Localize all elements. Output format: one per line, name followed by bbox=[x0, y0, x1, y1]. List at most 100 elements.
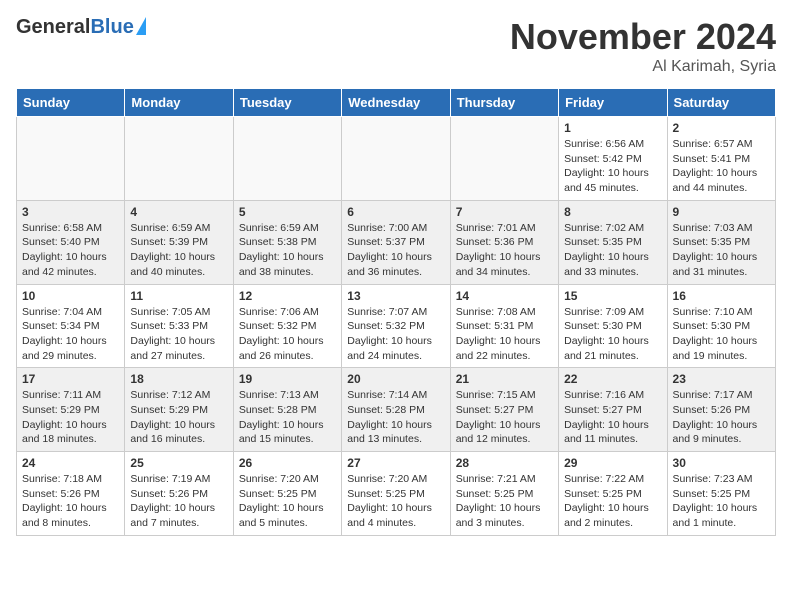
day-info: Sunrise: 7:02 AM Sunset: 5:35 PM Dayligh… bbox=[564, 221, 661, 280]
day-number: 19 bbox=[239, 372, 336, 386]
month-title: November 2024 bbox=[510, 16, 776, 58]
calendar-day-cell: 13Sunrise: 7:07 AM Sunset: 5:32 PM Dayli… bbox=[342, 284, 450, 368]
day-info: Sunrise: 7:16 AM Sunset: 5:27 PM Dayligh… bbox=[564, 388, 661, 447]
calendar-day-cell bbox=[342, 117, 450, 201]
day-number: 5 bbox=[239, 205, 336, 219]
weekday-header-tuesday: Tuesday bbox=[233, 89, 341, 117]
calendar-day-cell: 6 Sunrise: 7:00 AM Sunset: 5:37 PM Daylig… bbox=[342, 200, 450, 284]
calendar-day-cell: 28 Sunrise: 7:21 AM Sunset: 5:25 PM Dayli… bbox=[450, 452, 558, 536]
day-info: Sunrise: 7:20 AM Sunset: 5:25 PM Dayligh… bbox=[239, 472, 336, 531]
day-info: Sunrise: 7:14 AM Sunset: 5:28 PM Dayligh… bbox=[347, 388, 444, 447]
calendar-day-cell: 8 Sunrise: 7:02 AM Sunset: 5:35 PM Daylig… bbox=[559, 200, 667, 284]
day-info: Sunrise: 7:20 AM Sunset: 5:25 PM Dayligh… bbox=[347, 472, 444, 531]
day-number: 9 bbox=[673, 205, 770, 219]
calendar-day-cell: 25Sunrise: 7:19 AM Sunset: 5:26 PM Dayli… bbox=[125, 452, 233, 536]
day-number: 16 bbox=[673, 289, 770, 303]
calendar-day-cell: 9 Sunrise: 7:03 AM Sunset: 5:35 PM Daylig… bbox=[667, 200, 775, 284]
calendar-day-cell: 16 Sunrise: 7:10 AM Sunset: 5:30 PM Dayli… bbox=[667, 284, 775, 368]
calendar-day-cell: 12Sunrise: 7:06 AM Sunset: 5:32 PM Dayli… bbox=[233, 284, 341, 368]
day-info: Sunrise: 7:21 AM Sunset: 5:25 PM Dayligh… bbox=[456, 472, 553, 531]
day-number: 2 bbox=[673, 121, 770, 135]
calendar-day-cell: 26 Sunrise: 7:20 AM Sunset: 5:25 PM Dayli… bbox=[233, 452, 341, 536]
calendar-day-cell bbox=[17, 117, 125, 201]
day-number: 27 bbox=[347, 456, 444, 470]
day-number: 26 bbox=[239, 456, 336, 470]
day-number: 14 bbox=[456, 289, 553, 303]
calendar-day-cell bbox=[450, 117, 558, 201]
calendar-day-cell: 17 Sunrise: 7:11 AM Sunset: 5:29 PM Dayli… bbox=[17, 368, 125, 452]
calendar-week-row: 10Sunrise: 7:04 AM Sunset: 5:34 PM Dayli… bbox=[17, 284, 776, 368]
calendar-day-cell: 10Sunrise: 7:04 AM Sunset: 5:34 PM Dayli… bbox=[17, 284, 125, 368]
day-number: 29 bbox=[564, 456, 661, 470]
weekday-header-friday: Friday bbox=[559, 89, 667, 117]
logo-blue-text: Blue bbox=[90, 16, 133, 39]
day-number: 17 bbox=[22, 372, 119, 386]
day-info: Sunrise: 6:59 AM Sunset: 5:39 PM Dayligh… bbox=[130, 221, 227, 280]
day-info: Sunrise: 6:57 AM Sunset: 5:41 PM Dayligh… bbox=[673, 137, 770, 196]
calendar-day-cell: 1 Sunrise: 6:56 AM Sunset: 5:42 PM Daylig… bbox=[559, 117, 667, 201]
calendar-day-cell: 5 Sunrise: 6:59 AM Sunset: 5:38 PM Daylig… bbox=[233, 200, 341, 284]
day-number: 20 bbox=[347, 372, 444, 386]
weekday-header-wednesday: Wednesday bbox=[342, 89, 450, 117]
calendar-day-cell: 22 Sunrise: 7:16 AM Sunset: 5:27 PM Dayli… bbox=[559, 368, 667, 452]
calendar-day-cell: 30 Sunrise: 7:23 AM Sunset: 5:25 PM Dayli… bbox=[667, 452, 775, 536]
day-info: Sunrise: 6:56 AM Sunset: 5:42 PM Dayligh… bbox=[564, 137, 661, 196]
calendar-day-cell: 20 Sunrise: 7:14 AM Sunset: 5:28 PM Dayli… bbox=[342, 368, 450, 452]
day-number: 23 bbox=[673, 372, 770, 386]
calendar-day-cell: 23 Sunrise: 7:17 AM Sunset: 5:26 PM Dayli… bbox=[667, 368, 775, 452]
logo-icon bbox=[136, 17, 146, 35]
calendar-day-cell bbox=[125, 117, 233, 201]
calendar-day-cell: 14 Sunrise: 7:08 AM Sunset: 5:31 PM Dayli… bbox=[450, 284, 558, 368]
title-block: November 2024 Al Karimah, Syria bbox=[510, 16, 776, 76]
day-info: Sunrise: 7:15 AM Sunset: 5:27 PM Dayligh… bbox=[456, 388, 553, 447]
calendar-day-cell: 24 Sunrise: 7:18 AM Sunset: 5:26 PM Dayli… bbox=[17, 452, 125, 536]
day-info: Sunrise: 6:59 AM Sunset: 5:38 PM Dayligh… bbox=[239, 221, 336, 280]
calendar-day-cell: 7 Sunrise: 7:01 AM Sunset: 5:36 PM Daylig… bbox=[450, 200, 558, 284]
calendar-day-cell: 29 Sunrise: 7:22 AM Sunset: 5:25 PM Dayli… bbox=[559, 452, 667, 536]
day-number: 4 bbox=[130, 205, 227, 219]
day-number: 8 bbox=[564, 205, 661, 219]
day-number: 6 bbox=[347, 205, 444, 219]
calendar-day-cell: 2 Sunrise: 6:57 AM Sunset: 5:41 PM Daylig… bbox=[667, 117, 775, 201]
calendar-day-cell: 27 Sunrise: 7:20 AM Sunset: 5:25 PM Dayli… bbox=[342, 452, 450, 536]
calendar-week-row: 17 Sunrise: 7:11 AM Sunset: 5:29 PM Dayli… bbox=[17, 368, 776, 452]
day-number: 12 bbox=[239, 289, 336, 303]
day-info: Sunrise: 7:13 AM Sunset: 5:28 PM Dayligh… bbox=[239, 388, 336, 447]
calendar-day-cell bbox=[233, 117, 341, 201]
calendar-week-row: 3Sunrise: 6:58 AM Sunset: 5:40 PM Daylig… bbox=[17, 200, 776, 284]
day-number: 25 bbox=[130, 456, 227, 470]
calendar-day-cell: 19 Sunrise: 7:13 AM Sunset: 5:28 PM Dayli… bbox=[233, 368, 341, 452]
day-info: Sunrise: 7:22 AM Sunset: 5:25 PM Dayligh… bbox=[564, 472, 661, 531]
calendar-table: SundayMondayTuesdayWednesdayThursdayFrid… bbox=[16, 88, 776, 536]
calendar-day-cell: 3Sunrise: 6:58 AM Sunset: 5:40 PM Daylig… bbox=[17, 200, 125, 284]
day-info: Sunrise: 7:00 AM Sunset: 5:37 PM Dayligh… bbox=[347, 221, 444, 280]
day-info: Sunrise: 7:18 AM Sunset: 5:26 PM Dayligh… bbox=[22, 472, 119, 531]
day-number: 24 bbox=[22, 456, 119, 470]
weekday-header-row: SundayMondayTuesdayWednesdayThursdayFrid… bbox=[17, 89, 776, 117]
calendar-day-cell: 4 Sunrise: 6:59 AM Sunset: 5:39 PM Daylig… bbox=[125, 200, 233, 284]
weekday-header-saturday: Saturday bbox=[667, 89, 775, 117]
day-info: Sunrise: 6:58 AM Sunset: 5:40 PM Dayligh… bbox=[22, 221, 119, 280]
calendar-day-cell: 21Sunrise: 7:15 AM Sunset: 5:27 PM Dayli… bbox=[450, 368, 558, 452]
day-number: 28 bbox=[456, 456, 553, 470]
day-number: 15 bbox=[564, 289, 661, 303]
day-number: 30 bbox=[673, 456, 770, 470]
day-number: 10 bbox=[22, 289, 119, 303]
day-info: Sunrise: 7:11 AM Sunset: 5:29 PM Dayligh… bbox=[22, 388, 119, 447]
location-title: Al Karimah, Syria bbox=[510, 58, 776, 76]
day-info: Sunrise: 7:08 AM Sunset: 5:31 PM Dayligh… bbox=[456, 305, 553, 364]
day-number: 13 bbox=[347, 289, 444, 303]
day-info: Sunrise: 7:23 AM Sunset: 5:25 PM Dayligh… bbox=[673, 472, 770, 531]
day-number: 1 bbox=[564, 121, 661, 135]
calendar-day-cell: 11Sunrise: 7:05 AM Sunset: 5:33 PM Dayli… bbox=[125, 284, 233, 368]
day-info: Sunrise: 7:03 AM Sunset: 5:35 PM Dayligh… bbox=[673, 221, 770, 280]
day-number: 18 bbox=[130, 372, 227, 386]
logo: General Blue bbox=[16, 16, 146, 39]
day-number: 7 bbox=[456, 205, 553, 219]
day-info: Sunrise: 7:10 AM Sunset: 5:30 PM Dayligh… bbox=[673, 305, 770, 364]
day-info: Sunrise: 7:17 AM Sunset: 5:26 PM Dayligh… bbox=[673, 388, 770, 447]
calendar-day-cell: 15Sunrise: 7:09 AM Sunset: 5:30 PM Dayli… bbox=[559, 284, 667, 368]
weekday-header-sunday: Sunday bbox=[17, 89, 125, 117]
day-info: Sunrise: 7:01 AM Sunset: 5:36 PM Dayligh… bbox=[456, 221, 553, 280]
day-number: 22 bbox=[564, 372, 661, 386]
